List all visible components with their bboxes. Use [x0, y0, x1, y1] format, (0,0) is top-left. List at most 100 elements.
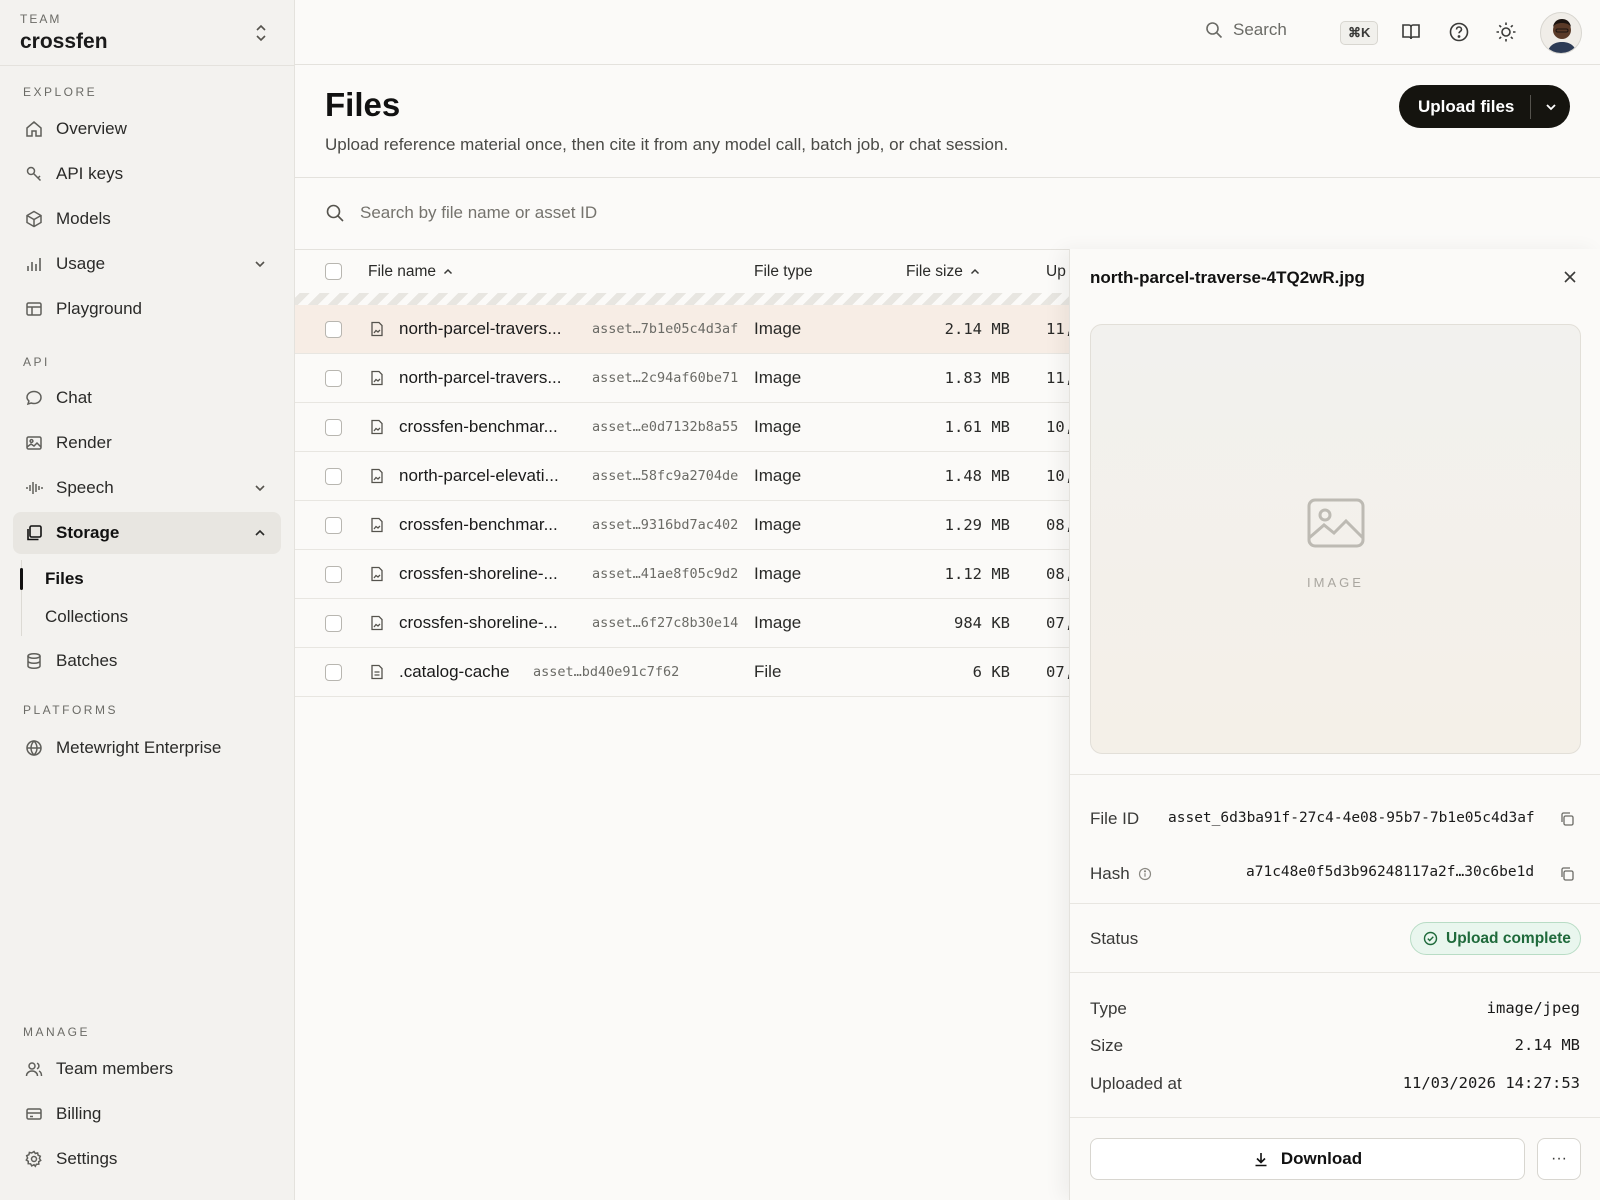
file-search-placeholder: Search by file name or asset ID — [360, 203, 598, 222]
upload-progress-stripe — [295, 293, 1070, 305]
copy-icon[interactable] — [1559, 811, 1575, 827]
row-checkbox[interactable] — [325, 467, 342, 485]
upload-options-toggle[interactable] — [1531, 100, 1570, 114]
file-size: 1.61 MB — [944, 418, 1010, 436]
close-icon[interactable] — [1562, 269, 1578, 285]
sidebar-item-storage[interactable]: Storage — [13, 512, 281, 554]
gear-icon — [23, 1148, 45, 1170]
chevron-up-down-icon[interactable] — [254, 24, 268, 42]
column-header-file-name[interactable]: File name — [368, 263, 454, 281]
sidebar-item-label: API keys — [56, 164, 124, 183]
sidebar-item-label: Chat — [56, 388, 92, 407]
search-icon — [326, 204, 344, 222]
table-row[interactable]: .catalog-cache asset…bd40e91c7f62 File 6… — [295, 648, 1070, 697]
more-actions-button[interactable]: ··· — [1537, 1138, 1581, 1180]
table-row[interactable]: north-parcel-elevati... asset…58fc9a2704… — [295, 452, 1070, 501]
image-file-icon — [371, 370, 383, 386]
user-avatar[interactable] — [1540, 12, 1582, 54]
table-layout-icon — [23, 298, 45, 320]
sidebar-item-files[interactable]: Files — [19, 560, 128, 598]
select-all-checkbox[interactable] — [325, 263, 342, 280]
file-size: 1.83 MB — [944, 369, 1010, 387]
sidebar-item-team-members[interactable]: Team members — [13, 1048, 281, 1090]
row-checkbox[interactable] — [325, 663, 342, 681]
sidebar-item-overview[interactable]: Overview — [13, 108, 281, 150]
copy-icon[interactable] — [1559, 866, 1575, 882]
sidebar-item-api-keys[interactable]: API keys — [13, 153, 281, 195]
row-checkbox[interactable] — [325, 565, 342, 583]
asset-id: asset…2c94af60be71 — [592, 370, 739, 386]
global-search[interactable]: Search — [1205, 20, 1287, 40]
uploaded-date: 08, — [1046, 516, 1070, 534]
sidebar-item-settings[interactable]: Settings — [13, 1138, 281, 1180]
column-header-file-size[interactable]: File size — [906, 263, 981, 281]
chevron-up-icon — [255, 529, 265, 536]
info-icon[interactable] — [1138, 867, 1152, 881]
table-row[interactable]: crossfen-shoreline-... asset…6f27c8b30e1… — [295, 599, 1070, 648]
column-header-file-type[interactable]: File type — [754, 263, 813, 281]
sidebar-item-collections[interactable]: Collections — [22, 598, 128, 636]
upload-files-button[interactable]: Upload files — [1399, 97, 1530, 117]
bar-chart-icon — [23, 253, 45, 275]
file-detail-drawer: north-parcel-traverse-4TQ2wR.jpg IMAGE F… — [1069, 249, 1600, 1200]
asset-id: asset…7b1e05c4d3af — [592, 321, 739, 337]
sidebar-item-batches[interactable]: Batches — [13, 640, 281, 682]
docs-book-icon[interactable] — [1400, 21, 1422, 43]
drawer-title: north-parcel-traverse-4TQ2wR.jpg — [1090, 268, 1365, 287]
image-file-icon — [371, 517, 383, 533]
image-file-icon — [371, 468, 383, 484]
status-label: Status — [1090, 929, 1139, 948]
sidebar-item-speech[interactable]: Speech — [13, 467, 281, 509]
hash-value: a71c48e0f5d3b96248117a2f…30c6be1d — [1246, 864, 1535, 880]
section-label-manage: MANAGE — [23, 1025, 91, 1039]
file-type: Image — [754, 515, 802, 534]
files-table: File name File type File size Up north-p… — [295, 250, 1070, 697]
sun-theme-icon[interactable] — [1495, 21, 1517, 43]
file-preview: IMAGE — [1090, 324, 1581, 754]
sort-asc-icon — [970, 268, 979, 274]
sidebar-item-playground[interactable]: Playground — [13, 288, 281, 330]
sidebar-item-render[interactable]: Render — [13, 422, 281, 464]
sidebar-item-billing[interactable]: Billing — [13, 1093, 281, 1135]
sidebar-item-label: Batches — [56, 651, 118, 670]
column-header-uploaded[interactable]: Up — [1046, 263, 1066, 281]
page-subtitle: Upload reference material once, then cit… — [325, 135, 1009, 154]
row-checkbox[interactable] — [325, 614, 342, 632]
table-row[interactable]: north-parcel-travers... asset…2c94af60be… — [295, 354, 1070, 403]
sidebar-item-models[interactable]: Models — [13, 198, 281, 240]
asset-id: asset…58fc9a2704de — [592, 468, 739, 484]
asset-id: asset…41ae8f05c9d2 — [592, 566, 739, 582]
table-row[interactable]: crossfen-benchmar... asset…9316bd7ac402 … — [295, 501, 1070, 550]
file-name: crossfen-benchmar... — [399, 515, 558, 534]
download-button[interactable]: Download — [1090, 1138, 1525, 1180]
table-row[interactable]: crossfen-shoreline-... asset…41ae8f05c9d… — [295, 550, 1070, 599]
file-id-label: File ID — [1090, 809, 1140, 828]
divider — [1070, 774, 1600, 775]
row-checkbox[interactable] — [325, 418, 342, 436]
file-type: Image — [754, 564, 802, 583]
help-icon[interactable] — [1448, 21, 1470, 43]
sidebar-item-label: Usage — [56, 254, 106, 273]
row-checkbox[interactable] — [325, 369, 342, 387]
file-search-input[interactable]: Search by file name or asset ID — [325, 203, 597, 223]
sidebar-item-label: Metewright Enterprise — [56, 738, 222, 757]
page-title: Files — [325, 86, 401, 123]
row-checkbox[interactable] — [325, 516, 342, 534]
status-text: Upload complete — [1446, 929, 1571, 947]
search-icon — [1206, 22, 1223, 39]
sidebar-item-enterprise[interactable]: Metewright Enterprise — [13, 727, 281, 769]
image-placeholder-icon — [1307, 498, 1365, 548]
file-size: 984 KB — [954, 614, 1010, 632]
credit-card-icon — [23, 1103, 45, 1125]
row-checkbox[interactable] — [325, 320, 342, 338]
column-label: Up — [1046, 262, 1066, 280]
search-shortcut-badge: ⌘K — [1340, 21, 1379, 45]
table-row[interactable]: crossfen-benchmar... asset…e0d7132b8a55 … — [295, 403, 1070, 452]
sidebar-item-usage[interactable]: Usage — [13, 243, 281, 285]
file-size: 1.29 MB — [944, 516, 1010, 534]
uploaded-at-value: 11/03/2026 14:27:53 — [1402, 1074, 1580, 1092]
sidebar-item-chat[interactable]: Chat — [13, 377, 281, 419]
team-switcher[interactable]: TEAM crossfen — [0, 0, 294, 66]
sidebar-item-label: Render — [56, 433, 112, 452]
table-row[interactable]: north-parcel-travers... asset…7b1e05c4d3… — [295, 305, 1070, 354]
